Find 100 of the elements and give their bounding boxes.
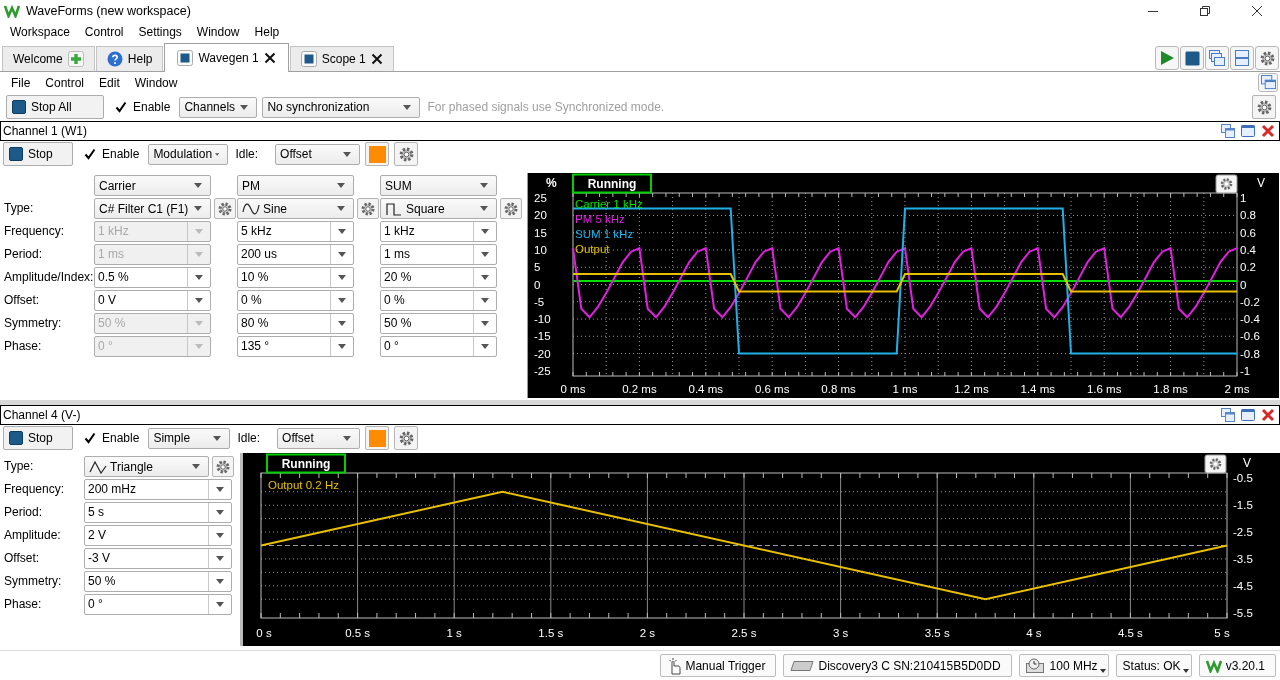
idle-dropdown[interactable]: Offset: [275, 143, 361, 165]
offset-field[interactable]: 0 %: [237, 290, 354, 311]
enable-checkbox[interactable]: [115, 101, 127, 113]
play-icon: [1159, 50, 1175, 66]
menu-item[interactable]: Help: [254, 24, 280, 40]
restore-icon[interactable]: [1200, 6, 1210, 16]
dropdown-arrow-icon: [216, 556, 224, 561]
settings-button[interactable]: [212, 456, 234, 477]
component-dropdown[interactable]: Carrier: [94, 175, 211, 196]
settings-button[interactable]: [1252, 95, 1276, 119]
tile-button[interactable]: [1230, 46, 1254, 70]
component-dropdown[interactable]: PM: [237, 175, 354, 196]
cascade-icon[interactable]: [1221, 124, 1235, 138]
axis-label: -1: [1240, 364, 1251, 377]
dropdown-arrow-icon: [195, 229, 203, 234]
period-field[interactable]: 200 us: [237, 244, 354, 265]
axis-unit: %: [546, 176, 557, 190]
channels-dropdown[interactable]: Channels: [179, 96, 258, 118]
maximize-icon[interactable]: [1241, 124, 1255, 138]
menu-item[interactable]: Window: [196, 24, 240, 40]
axis-label: -0.8: [1240, 347, 1260, 360]
stop-button[interactable]: Stop: [3, 426, 73, 450]
enable-checkbox[interactable]: [84, 432, 96, 444]
window-button[interactable]: [1258, 73, 1278, 92]
tab[interactable]: Wavegen 1: [164, 43, 289, 72]
waveform-dropdown[interactable]: C# Filter C1 (F1): [94, 198, 211, 219]
menu-item[interactable]: Window: [134, 74, 178, 91]
amplitude-field[interactable]: 0.5 %: [94, 267, 211, 288]
axis-label: -0.4: [1240, 313, 1260, 326]
frequency-field[interactable]: 200 mHz: [84, 479, 232, 500]
settings-button[interactable]: [214, 198, 236, 219]
period-field[interactable]: 1 ms: [380, 244, 497, 265]
dropdown-arrow-icon: [216, 579, 224, 584]
hand-icon: [667, 656, 682, 675]
menu-item[interactable]: Workspace: [10, 24, 70, 40]
idle-dropdown[interactable]: Offset: [277, 427, 361, 449]
status-button[interactable]: Status: OK: [1115, 654, 1192, 677]
synchronization-dropdown[interactable]: No synchronization: [262, 96, 421, 118]
mode-dropdown[interactable]: Simple: [148, 427, 231, 449]
tab[interactable]: Welcome: [2, 46, 95, 71]
component-dropdown[interactable]: SUM: [380, 175, 497, 196]
settings-button[interactable]: [1204, 454, 1227, 474]
phase-field[interactable]: 135 °: [237, 336, 354, 357]
maximize-icon[interactable]: [1241, 408, 1255, 422]
clock-button[interactable]: 100 MHz: [1018, 654, 1109, 677]
phase-field[interactable]: 0 °: [380, 336, 497, 357]
waveform-dropdown[interactable]: Triangle: [84, 456, 209, 477]
settings-icon: [397, 145, 415, 163]
amplitude-field[interactable]: 10 %: [237, 267, 354, 288]
period-field[interactable]: 5 s: [84, 502, 232, 523]
stop-all-button[interactable]: Stop All: [6, 95, 104, 119]
channel-title: Channel 4 (V-): [3, 408, 81, 422]
menu-item[interactable]: Edit: [99, 74, 120, 91]
menu-item[interactable]: Control: [84, 24, 124, 40]
cascade-icon[interactable]: [1221, 408, 1235, 422]
offset-field[interactable]: 0 %: [380, 290, 497, 311]
dropdown-arrow-icon: [337, 206, 345, 211]
version-button[interactable]: v3.20.1: [1198, 654, 1276, 677]
waveform-dropdown[interactable]: Square: [380, 198, 497, 219]
close-icon[interactable]: [263, 52, 276, 64]
tab[interactable]: Help: [95, 46, 164, 71]
offset-field[interactable]: 0 V: [94, 290, 211, 311]
amplitude-field[interactable]: 2 V: [84, 525, 232, 546]
menu-item[interactable]: Control: [45, 74, 85, 91]
settings-button[interactable]: [357, 198, 379, 219]
menu-item[interactable]: Settings: [138, 24, 182, 40]
enable-checkbox[interactable]: [84, 148, 96, 160]
close-icon[interactable]: [1252, 6, 1262, 16]
settings-button[interactable]: [394, 142, 419, 166]
device-button[interactable]: Discovery3 C SN:210415B5D0DD: [783, 654, 1012, 677]
field-label: Offset:: [3, 550, 41, 567]
run-button[interactable]: [1155, 46, 1179, 70]
symmetry-field[interactable]: 50 %: [380, 313, 497, 334]
menu-item[interactable]: File: [11, 74, 31, 91]
phase-field[interactable]: 0 °: [84, 594, 232, 615]
axis-label: 1.8 ms: [1153, 383, 1188, 395]
trigger-button[interactable]: Manual Trigger: [660, 654, 777, 677]
settings-button[interactable]: [1255, 46, 1279, 70]
tab[interactable]: Scope 1: [289, 46, 394, 71]
dropdown-arrow-icon: [1099, 669, 1106, 673]
channel-title: Channel 1 (W1): [3, 124, 88, 138]
axis-label: 0.2: [1240, 261, 1256, 274]
frequency-field[interactable]: 5 kHz: [237, 221, 354, 242]
axis-label: 3 s: [832, 627, 849, 639]
stop-button[interactable]: Stop: [3, 142, 73, 166]
cascade-button[interactable]: [1205, 46, 1229, 70]
settings-button[interactable]: [394, 426, 419, 450]
settings-button[interactable]: [1215, 174, 1238, 194]
symmetry-field[interactable]: 80 %: [237, 313, 354, 334]
frequency-field[interactable]: 1 kHz: [380, 221, 497, 242]
settings-icon: [217, 200, 233, 217]
amplitude-field[interactable]: 20 %: [380, 267, 497, 288]
mode-dropdown[interactable]: Modulation: [148, 143, 229, 165]
close-icon[interactable]: [370, 53, 383, 65]
stop-button[interactable]: [1180, 46, 1204, 70]
settings-button[interactable]: [500, 198, 522, 219]
offset-field[interactable]: -3 V: [84, 548, 232, 569]
waveform-dropdown[interactable]: Sine: [237, 198, 354, 219]
dropdown-arrow-icon: [338, 321, 346, 326]
symmetry-field[interactable]: 50 %: [84, 571, 232, 592]
